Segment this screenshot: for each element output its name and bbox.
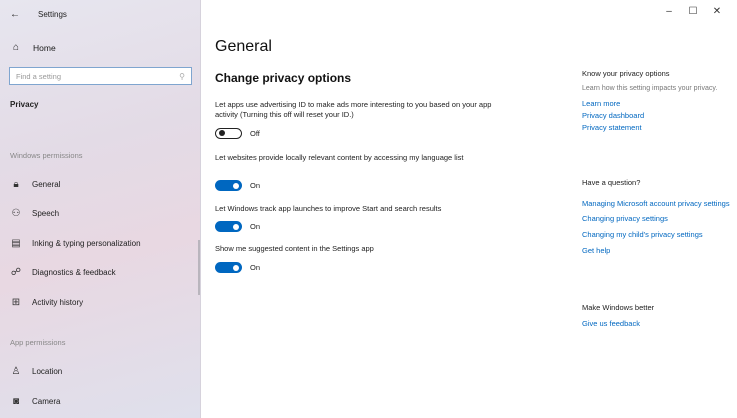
setting-description-language-list: Let websites provide locally relevant co… — [215, 153, 464, 162]
privacy-options-heading: Know your privacy options — [582, 69, 670, 78]
toggle-knob — [233, 182, 239, 189]
app-title: Settings — [38, 9, 67, 19]
toggle-switch[interactable] — [215, 180, 242, 191]
sidebar-item-inking[interactable]: ▤ Inking & typing personalization — [10, 236, 141, 250]
toggle-knob — [233, 264, 239, 271]
toggle-state-label: On — [250, 263, 261, 272]
toggle-switch[interactable] — [215, 262, 242, 273]
location-icon: ♙ — [11, 365, 21, 377]
inking-icon: ▤ — [11, 237, 21, 249]
sidebar-item-label: Location — [32, 366, 63, 376]
camera-icon: ◙ — [12, 395, 20, 407]
privacy-statement-link[interactable]: Privacy statement — [582, 122, 732, 134]
feedback-panel: Make Windows better Give us feedback — [582, 303, 732, 330]
get-help-link[interactable]: Get help — [582, 245, 732, 257]
sidebar-item-label: Speech — [32, 208, 60, 218]
page-title: General — [215, 38, 272, 55]
home-nav-item[interactable]: ⌂ Home — [10, 42, 56, 53]
sidebar-item-location[interactable]: ♙ Location — [10, 364, 63, 378]
sidebar-scrollbar[interactable] — [198, 240, 200, 295]
sidebar-item-activity[interactable]: ⊞ Activity history — [10, 295, 83, 309]
close-icon[interactable]: ✕ — [705, 6, 729, 17]
search-icon[interactable]: ⚲ — [179, 72, 185, 81]
back-arrow-icon[interactable]: ← — [10, 9, 24, 20]
home-label: Home — [33, 42, 56, 53]
managing-account-privacy-link[interactable]: Managing Microsoft account privacy setti… — [582, 199, 732, 209]
privacy-dashboard-link[interactable]: Privacy dashboard — [582, 110, 732, 122]
speech-icon: ⚇ — [11, 207, 21, 219]
question-heading: Have a question? — [582, 178, 641, 187]
toggle-state-label: On — [250, 181, 261, 190]
sidebar: ← Settings ⌂ Home ⚲ Privacy Windows perm… — [0, 0, 201, 418]
setting-description-app-launches: Let Windows track app launches to improv… — [215, 204, 442, 213]
maximize-icon[interactable]: ☐ — [681, 6, 705, 17]
give-feedback-link[interactable]: Give us feedback — [582, 318, 732, 330]
window-controls: – ☐ ✕ — [657, 6, 729, 17]
child-privacy-settings-link[interactable]: Changing my child's privacy settings — [582, 229, 732, 241]
learn-more-link[interactable]: Learn more — [582, 98, 732, 110]
sidebar-item-label: General — [32, 179, 61, 189]
toggle-knob — [219, 130, 225, 136]
sidebar-item-label: Inking & typing personalization — [32, 238, 141, 248]
home-icon: ⌂ — [12, 42, 20, 53]
toggle-advertising-id[interactable]: Off — [215, 128, 260, 139]
sidebar-item-diagnostics[interactable]: ☍ Diagnostics & feedback — [10, 265, 116, 279]
toggle-state-label: Off — [250, 129, 260, 138]
feedback-icon: ☍ — [10, 266, 22, 278]
toggle-suggested-content[interactable]: On — [215, 262, 260, 273]
sidebar-item-label: Activity history — [32, 297, 84, 307]
question-panel: Have a question? Managing Microsoft acco… — [582, 178, 732, 257]
toggle-state-label: On — [250, 222, 261, 231]
toggle-knob — [233, 223, 239, 230]
title-bar: ← Settings — [10, 7, 67, 21]
section-title: Change privacy options — [215, 71, 352, 85]
group-heading-app-permissions: App permissions — [10, 338, 66, 347]
setting-description-advertising-id: Let apps use advertising ID to make ads … — [215, 100, 492, 119]
minimize-icon[interactable]: – — [657, 6, 681, 17]
toggle-language-list[interactable]: On — [215, 180, 260, 191]
sidebar-item-label: Diagnostics & feedback — [32, 267, 116, 277]
section-heading: Privacy — [10, 100, 39, 109]
search-input[interactable] — [16, 71, 180, 81]
sidebar-item-speech[interactable]: ⚇ Speech — [10, 206, 60, 220]
privacy-options-panel: Know your privacy options Learn how this… — [582, 69, 732, 134]
changing-privacy-settings-link[interactable]: Changing privacy settings — [582, 213, 732, 225]
toggle-switch[interactable] — [215, 128, 242, 139]
privacy-options-text: Learn how this setting impacts your priv… — [582, 85, 718, 92]
sidebar-item-general[interactable]: 🔒︎ General — [10, 177, 60, 191]
group-heading-windows-permissions: Windows permissions — [10, 151, 83, 160]
toggle-switch[interactable] — [215, 221, 242, 232]
make-windows-better-heading: Make Windows better — [582, 303, 655, 312]
search-box[interactable]: ⚲ — [9, 67, 192, 85]
lock-icon: 🔒︎ — [13, 178, 19, 190]
toggle-app-launches[interactable]: On — [215, 221, 260, 232]
sidebar-item-label: Camera — [32, 396, 61, 406]
sidebar-item-camera[interactable]: ◙ Camera — [10, 394, 60, 408]
setting-description-suggested-content: Show me suggested content in the Setting… — [215, 244, 374, 253]
activity-icon: ⊞ — [11, 296, 21, 308]
